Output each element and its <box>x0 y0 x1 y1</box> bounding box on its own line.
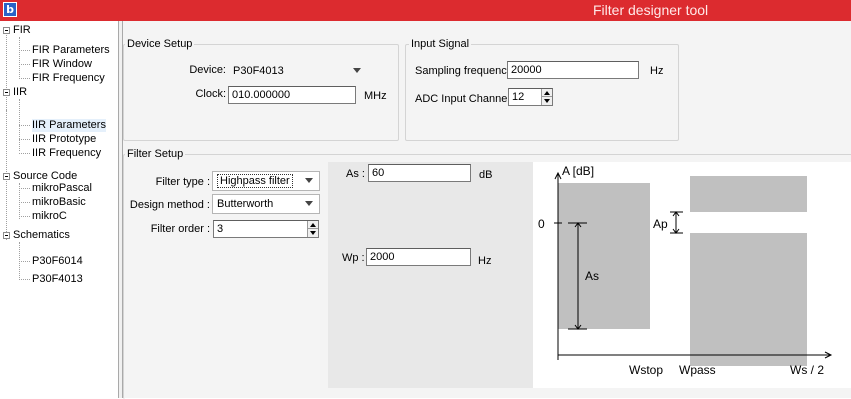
chevron-down-icon <box>353 68 361 73</box>
input-signal-title: Input Signal <box>409 38 472 50</box>
order-spin-buttons[interactable] <box>307 221 318 237</box>
device-label: Device: <box>189 64 226 76</box>
collapse-schematics-icon[interactable] <box>3 232 10 239</box>
device-select[interactable]: P30F4013 <box>228 61 368 81</box>
y-axis-label: A [dB] <box>562 164 594 178</box>
tree-item-iir-frequency[interactable]: IIR Frequency <box>32 147 101 160</box>
passband-lower-region <box>690 233 807 366</box>
ap-label: Ap <box>653 217 668 231</box>
filter-setup-title: Filter Setup <box>125 148 186 160</box>
tree-item-mikropascal[interactable]: mikroPascal <box>32 182 92 195</box>
x-label-wpass: Wpass <box>679 363 716 377</box>
tree-item-iir-parameters[interactable]: IIR Parameters <box>32 119 106 132</box>
spin-down-icon <box>310 231 316 235</box>
design-method-label: Design method : <box>129 199 210 211</box>
wp-input[interactable]: 2000 <box>366 248 471 266</box>
tree-node-fir[interactable]: FIR <box>13 24 31 37</box>
spec-panel <box>328 162 533 388</box>
filter-type-value: Highpass filter <box>217 174 293 188</box>
as-diagram-label: As <box>585 269 599 283</box>
filter-order-label: Filter order : <box>150 223 210 235</box>
tree-item-mikroc[interactable]: mikroC <box>32 210 67 223</box>
as-label: As : <box>346 168 365 180</box>
spin-up-icon <box>310 223 316 227</box>
filter-order-spinner[interactable]: 3 <box>213 220 319 238</box>
filter-order-value: 3 <box>217 223 224 235</box>
filter-diagram-area: A [dB] 0 Ap As Wstop Wpass Ws / 2 <box>533 162 851 388</box>
sampling-label: Sampling frequency: <box>415 65 516 77</box>
device-setup-title: Device Setup <box>125 38 195 50</box>
as-input[interactable]: 60 <box>368 164 471 182</box>
filter-type-select[interactable]: Highpass filter <box>212 171 320 191</box>
tree-node-schematics[interactable]: Schematics <box>13 229 70 242</box>
adc-channel-spinner[interactable]: 12 <box>508 88 553 106</box>
chevron-down-icon <box>305 178 313 183</box>
design-method-value: Butterworth <box>217 198 274 210</box>
spin-down-icon <box>544 99 550 103</box>
tree-item-fir-window[interactable]: FIR Window <box>32 58 92 71</box>
chevron-down-icon <box>305 201 313 206</box>
clock-input[interactable]: 010.000000 <box>228 86 356 104</box>
adc-value: 12 <box>512 91 525 103</box>
as-unit: dB <box>479 169 493 181</box>
collapse-fir-icon[interactable] <box>3 27 10 34</box>
wp-unit: Hz <box>478 255 492 267</box>
adc-label: ADC Input Channel: <box>415 93 513 105</box>
sampling-input[interactable]: 20000 <box>507 61 639 79</box>
device-value: P30F4013 <box>233 65 284 77</box>
clock-label: Clock: <box>195 88 226 100</box>
clock-unit: MHz <box>364 90 387 102</box>
filter-spec-diagram: A [dB] 0 Ap As Wstop Wpass Ws / 2 <box>538 164 833 377</box>
sampling-unit: Hz <box>650 65 664 77</box>
x-label-ws-half: Ws / 2 <box>790 363 824 377</box>
tree-node-iir[interactable]: IIR <box>13 86 27 99</box>
main-panel: Device Setup Device: P30F4013 Clock: 010… <box>123 21 851 399</box>
adc-spin-buttons[interactable] <box>541 89 552 105</box>
design-method-select[interactable]: Butterworth <box>212 194 320 214</box>
tree-item-iir-prototype[interactable]: IIR Prototype <box>32 133 96 146</box>
tree-item-mikrobasic[interactable]: mikroBasic <box>32 196 86 209</box>
collapse-iir-icon[interactable] <box>3 89 10 96</box>
zero-label: 0 <box>538 217 545 231</box>
tree-item-fir-parameters[interactable]: FIR Parameters <box>32 44 110 57</box>
x-label-wstop: Wstop <box>629 363 663 377</box>
spin-up-icon <box>544 91 550 95</box>
filter-type-label: Filter type : <box>155 176 210 188</box>
stopband-region <box>558 183 650 329</box>
navigation-tree: FIR FIR Parameters FIR Window FIR Freque… <box>0 21 118 398</box>
tree-item-p30f6014[interactable]: P30F6014 <box>32 255 83 268</box>
wp-label: Wp : <box>342 252 365 264</box>
collapse-source-code-icon[interactable] <box>3 173 10 180</box>
window-title: Filter designer tool <box>593 2 709 18</box>
tree-item-fir-frequency[interactable]: FIR Frequency <box>32 72 105 85</box>
tree-item-p30f4013[interactable]: P30F4013 <box>32 273 83 286</box>
passband-upper-region <box>690 176 807 212</box>
